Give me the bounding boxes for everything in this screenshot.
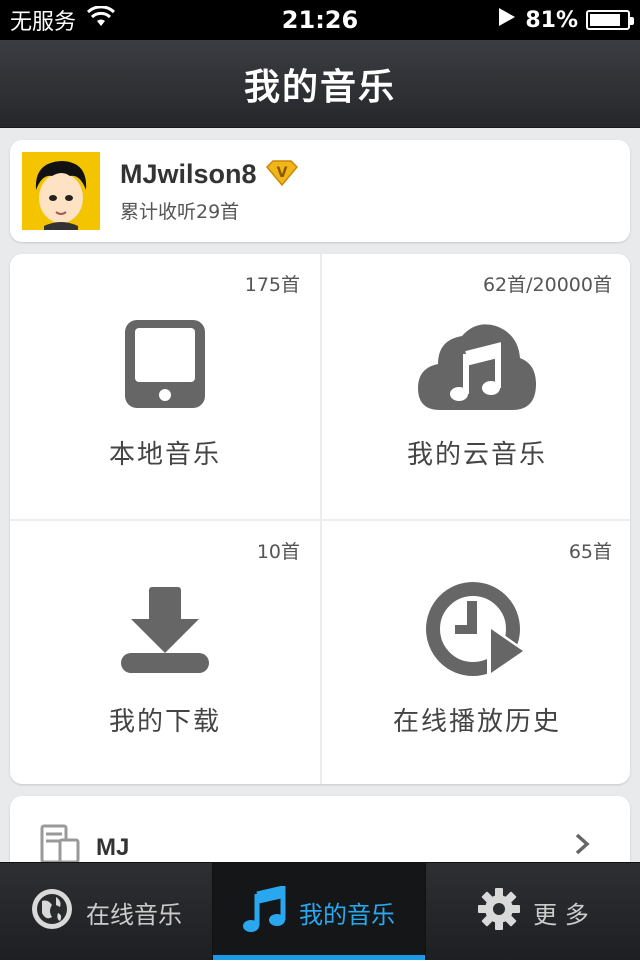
username: MJwilson8 [120,159,257,189]
downloads-tile[interactable]: 10首 我的下载 [10,521,320,786]
nav-bar: 我的音乐 [0,40,640,128]
tab-more[interactable]: 更 多 [426,863,640,960]
carrier-label: 无服务 [10,10,77,35]
profile-card[interactable]: MJwilson8 V 累计收听29首 [10,140,630,242]
local-music-label: 本地音乐 [108,440,221,470]
music-grid: 175首 本地音乐 62首/20000首 我的云音乐 10首 我的下载 65首 … [10,254,630,784]
page-title: 我的音乐 [243,66,396,108]
tab-my-music-label: 我的音乐 [299,900,395,929]
downloads-count: 10首 [256,541,300,563]
vip-badge-letter: V [276,165,287,181]
battery-icon [586,10,634,30]
status-bar: 无服务 21:26 81% [0,0,640,40]
tab-my-music[interactable]: 我的音乐 [213,863,426,960]
chevron-right-icon [574,832,590,860]
local-music-tile[interactable]: 175首 本地音乐 [10,254,320,519]
music-note-icon [243,884,287,938]
playlist-name: MJ [96,834,130,861]
download-icon [10,585,320,675]
tablet-icon [10,318,320,410]
username-row: MJwilson8 V [120,159,299,191]
play-history-count: 65首 [568,541,612,563]
tab-online-music-label: 在线音乐 [86,900,182,929]
cloud-music-count: 62首/20000首 [482,274,612,296]
play-history-tile[interactable]: 65首 在线播放历史 [322,521,632,786]
tab-bar: 在线音乐 我的音乐 更 多 [0,862,640,960]
wifi-icon [86,5,116,34]
downloads-label: 我的下载 [108,707,221,737]
cloud-music-tile[interactable]: 62首/20000首 我的云音乐 [322,254,632,519]
cloud-music-label: 我的云音乐 [406,440,547,470]
cloud-music-icon [322,318,632,412]
status-left: 无服务 [10,4,116,36]
local-music-count: 175首 [244,274,300,296]
history-play-icon [322,581,632,681]
gear-icon [477,887,521,937]
battery-percent: 81% [525,7,578,33]
avatar[interactable] [22,152,100,230]
tab-more-label: 更 多 [533,900,589,929]
play-history-label: 在线播放历史 [392,707,561,737]
listen-count: 累计收听29首 [120,200,240,223]
globe-icon [30,887,74,937]
vip-badge-icon[interactable]: V [265,159,299,191]
status-right: 81% [497,6,634,34]
location-arrow-icon [497,6,517,34]
profile-info: MJwilson8 V 累计收听29首 [120,159,299,224]
tab-online-music[interactable]: 在线音乐 [0,863,213,960]
